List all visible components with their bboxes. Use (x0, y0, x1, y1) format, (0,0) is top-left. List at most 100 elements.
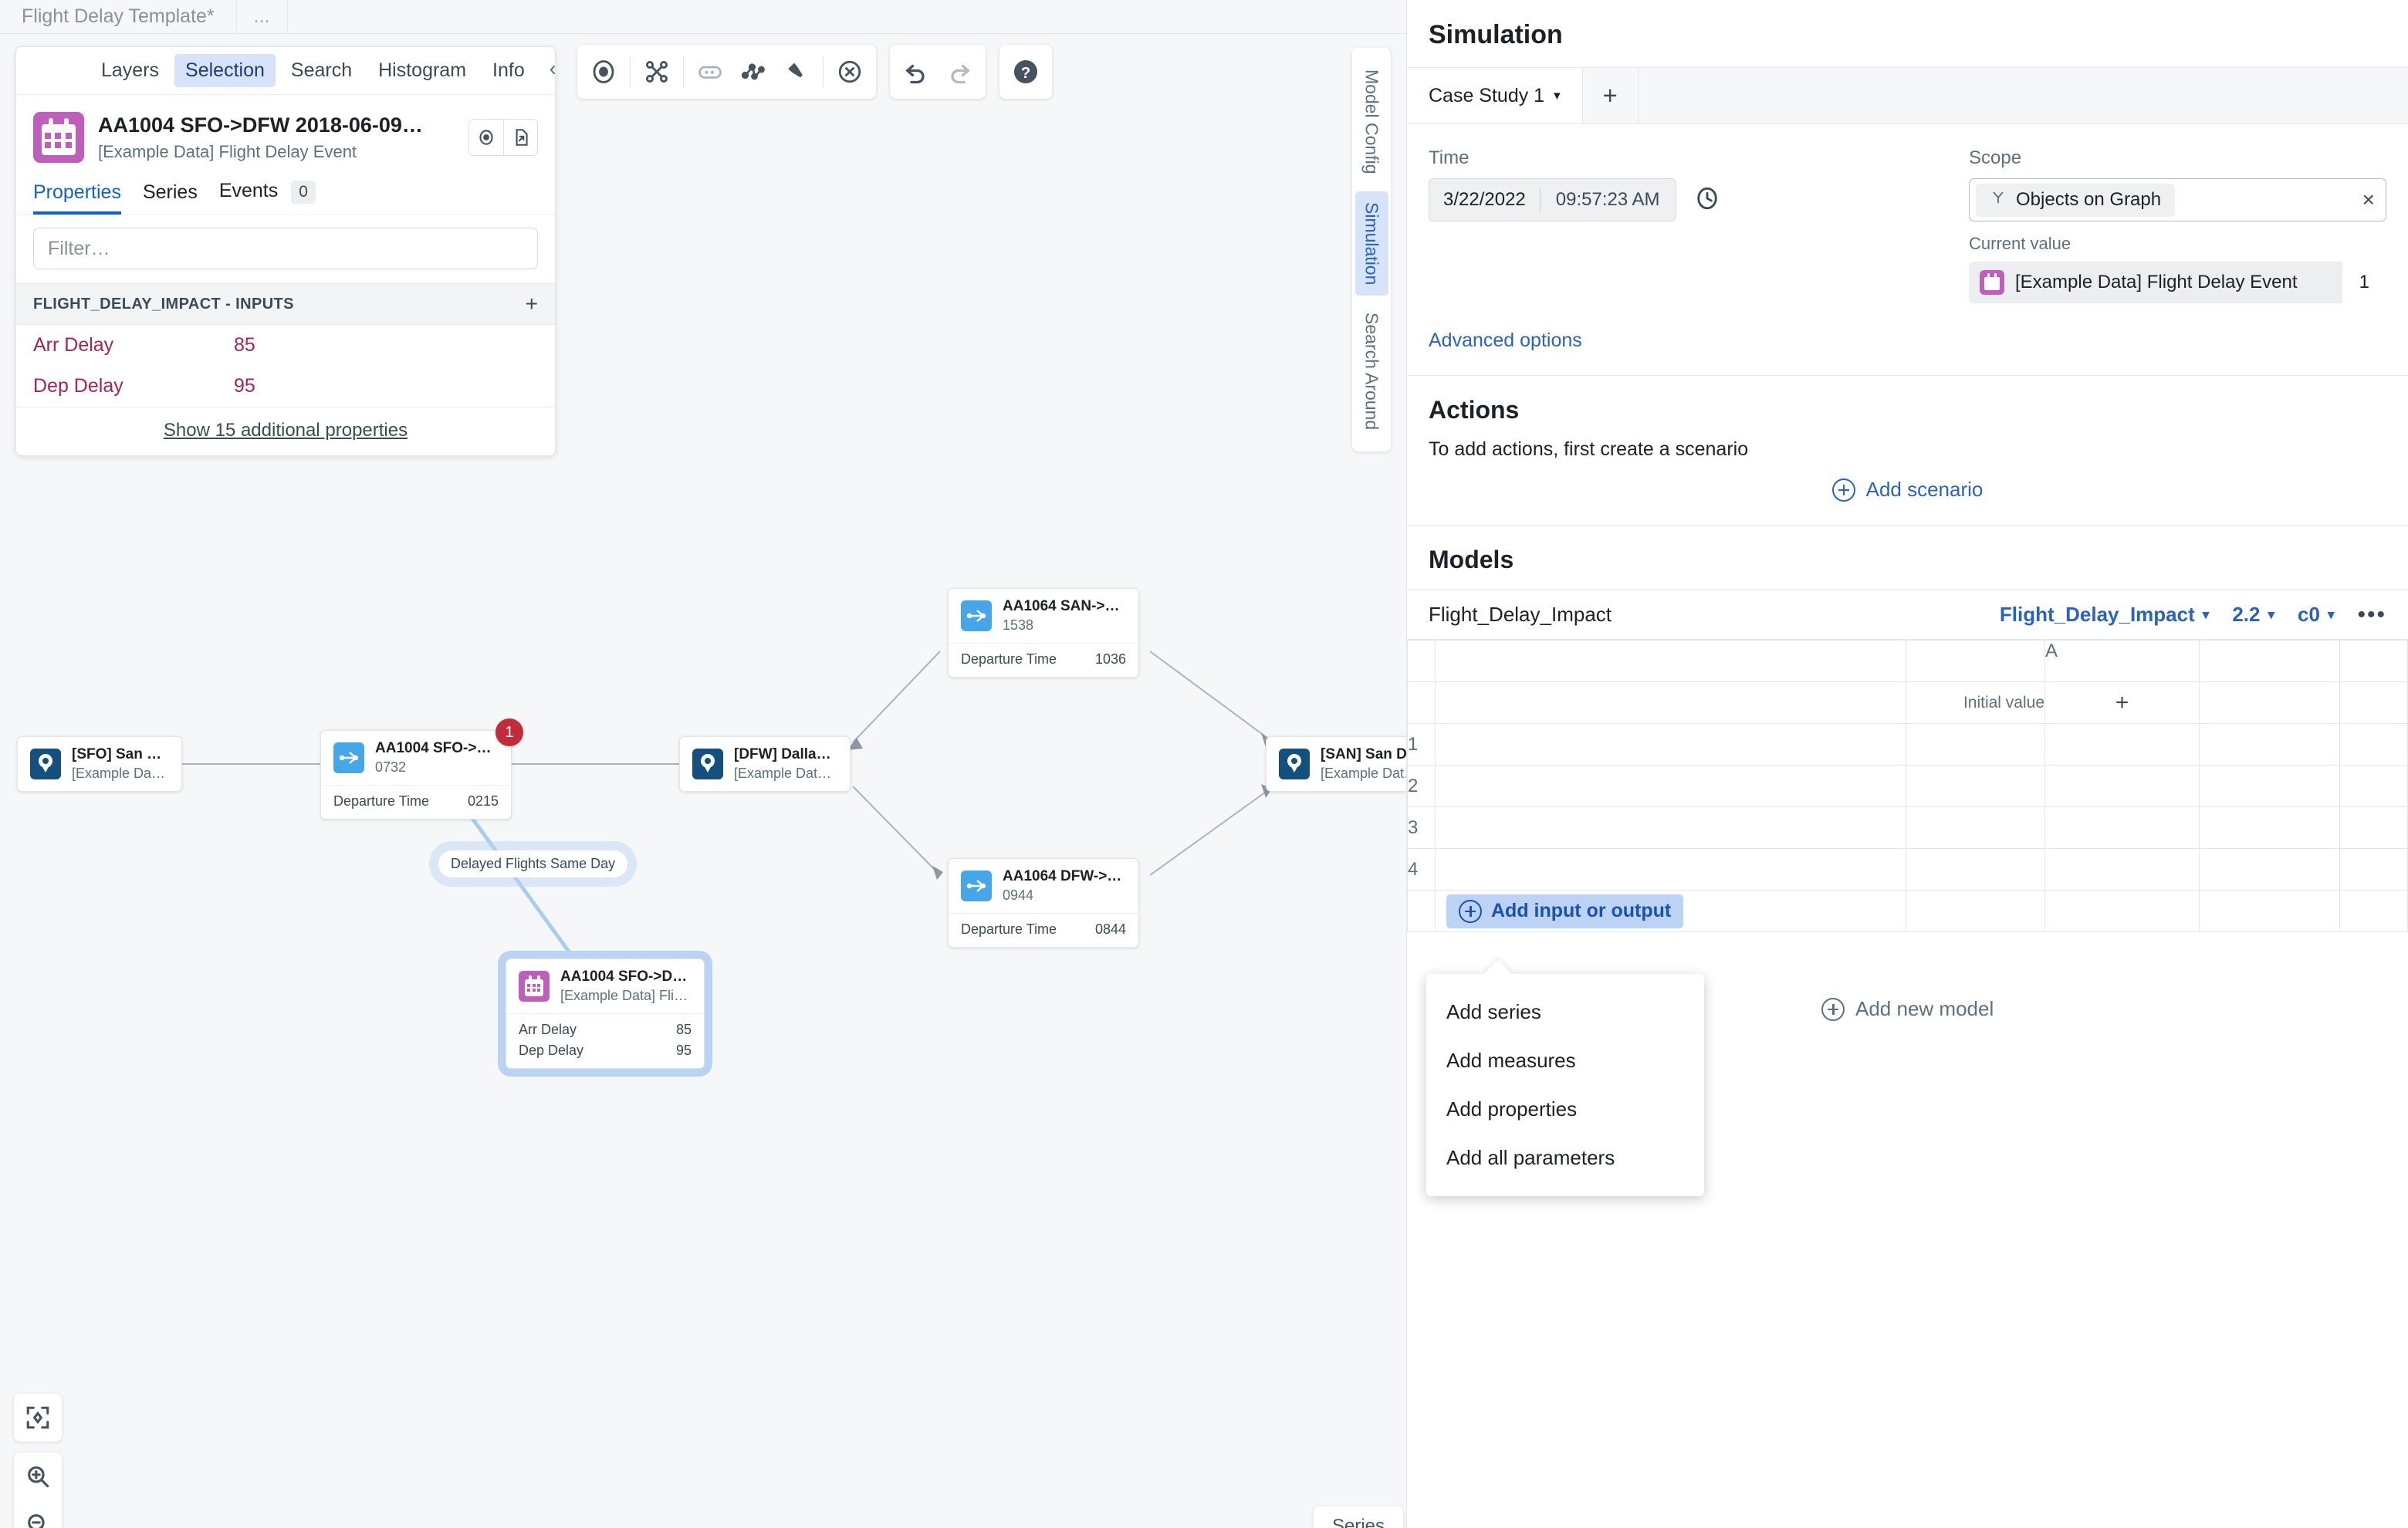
row-b-cell[interactable] (2199, 848, 2340, 891)
table-row[interactable]: 1 (1407, 723, 2408, 766)
node-property-name: Arr Delay (519, 1022, 577, 1037)
panel-tab-search[interactable]: Search (280, 54, 363, 87)
add-case-study-button[interactable]: + (1583, 68, 1639, 123)
model-version-select[interactable]: 2.2 ▾ (2232, 603, 2274, 627)
panel-tab-selection[interactable]: Selection (174, 54, 276, 87)
tab-series[interactable]: Series (143, 181, 198, 215)
select-target-icon[interactable] (582, 50, 625, 93)
help-icon[interactable]: ? (1004, 50, 1047, 93)
graph-node-airport-san[interactable]: [SAN] San Diego Int [Example Data] Airpo (1266, 736, 1406, 792)
menu-item-add-series[interactable]: Add series (1426, 988, 1704, 1036)
model-controls: Flight_Delay_Impact ▾ 2.2 ▾ c0 ▾ ••• (2000, 603, 2386, 627)
property-row[interactable]: Dep Delay 95 (16, 366, 555, 407)
case-study-tab[interactable]: Case Study 1 ▾ (1407, 68, 1583, 123)
zoom-out-icon[interactable] (14, 1500, 62, 1528)
add-input-or-output-button[interactable]: Add input or output (1446, 894, 1684, 928)
graph-node-airport-sfo[interactable]: [SFO] San Francisco … [Example Data] Air… (17, 736, 182, 792)
model-config-select[interactable]: c0 ▾ (2298, 603, 2334, 627)
row-name-cell[interactable] (1435, 848, 1906, 891)
vtab-model-config[interactable]: Model Config (1355, 59, 1388, 185)
filter-input[interactable] (33, 228, 538, 269)
row-b-cell[interactable] (2199, 806, 2340, 849)
graph-node-flight-delay-event[interactable]: AA1004 SFO->DFW 2018… [Example Data] Fli… (506, 958, 705, 1069)
table-row[interactable]: 4 (1407, 848, 2408, 891)
row-a-cell[interactable] (2044, 723, 2200, 766)
clock-icon[interactable] (1693, 184, 1721, 216)
scope-chip[interactable]: Objects on Graph (1976, 183, 2176, 217)
graph-node-airport-dfw[interactable]: [DFW] Dallas/Fort W… [Example Data] Airp… (679, 736, 851, 792)
row-extra-cell[interactable] (2339, 806, 2408, 849)
property-row[interactable]: Arr Delay 85 (16, 325, 555, 366)
pill-icon[interactable] (688, 50, 732, 93)
row-name-cell[interactable] (1435, 723, 1906, 766)
series-button[interactable]: Series (1314, 1506, 1404, 1528)
tab-events-label: Events (218, 180, 279, 201)
menu-item-add-properties[interactable]: Add properties (1426, 1085, 1704, 1134)
table-row[interactable]: 3 (1407, 806, 2408, 849)
current-value-name: [Example Data] Flight Delay Event (2015, 272, 2298, 292)
plus-circle-icon (1459, 899, 1482, 923)
panel-tab-layers[interactable]: Layers (90, 54, 170, 87)
clear-icon[interactable] (828, 50, 871, 93)
row-number: 3 (1407, 806, 1436, 849)
zoom-in-icon[interactable] (14, 1452, 62, 1500)
pen-icon[interactable] (775, 50, 818, 93)
model-more-icon[interactable]: ••• (2357, 603, 2386, 627)
graph-edge-label[interactable]: Delayed Flights Same Day (438, 850, 628, 877)
models-title: Models (1429, 546, 1514, 573)
vtab-search-around[interactable]: Search Around (1355, 302, 1388, 441)
add-input-or-output-label: Add input or output (1491, 900, 1672, 921)
row-name-cell[interactable] (1435, 806, 1906, 849)
row-initial-value-cell[interactable] (1906, 723, 2045, 766)
open-entity-icon[interactable] (503, 120, 537, 155)
add-scenario-label: Add scenario (1865, 478, 1984, 501)
row-extra-cell[interactable] (2339, 723, 2408, 766)
graph-node-flight-aa1004[interactable]: 1 AA1004 SFO->DFW 2018… 0732 Departure T… (320, 718, 523, 820)
page-title: AA1004 SFO->DFW 2018-06-09… (98, 113, 423, 137)
row-a-cell[interactable] (2044, 806, 2200, 849)
advanced-options-link[interactable]: Advanced options (1407, 303, 2408, 375)
clear-scope-icon[interactable]: × (2362, 189, 2375, 211)
add-property-icon[interactable]: + (526, 293, 538, 315)
fit-to-screen-icon[interactable] (14, 1394, 62, 1442)
node-property-name: Dep Delay (519, 1043, 584, 1058)
add-column-button[interactable]: + (2044, 681, 2200, 724)
row-extra-cell[interactable] (2339, 765, 2408, 807)
current-value-chip[interactable]: [Example Data] Flight Delay Event 1 (1969, 262, 2386, 303)
redo-icon[interactable] (938, 50, 981, 93)
document-tab[interactable]: Flight Delay Template* (0, 0, 237, 33)
time-input[interactable]: 3/22/2022 09:57:23 AM (1429, 178, 1676, 221)
row-a-cell[interactable] (2044, 848, 2200, 891)
graph-expand-icon[interactable] (635, 50, 678, 93)
row-b-cell[interactable] (2199, 723, 2340, 766)
row-extra-cell[interactable] (2339, 848, 2408, 891)
add-scenario-button[interactable]: Add scenario (1407, 478, 2408, 525)
tab-events[interactable]: Events 0 (219, 180, 316, 215)
panel-tab-info[interactable]: Info (482, 54, 536, 87)
row-a-cell[interactable] (2044, 765, 2200, 807)
collapse-panel-icon[interactable]: « (540, 57, 555, 84)
model-select[interactable]: Flight_Delay_Impact ▾ (2000, 603, 2209, 627)
panel-tab-histogram[interactable]: Histogram (367, 54, 477, 87)
add-new-model-button[interactable]: Add new model (1821, 997, 1994, 1021)
row-name-cell[interactable] (1435, 765, 1906, 807)
focus-entity-icon[interactable] (469, 120, 503, 155)
row-b-cell[interactable] (2199, 765, 2340, 807)
menu-item-add-all-parameters[interactable]: Add all parameters (1426, 1134, 1704, 1182)
document-tab-overflow[interactable]: ... (237, 0, 288, 33)
node-header: [SAN] San Diego Int [Example Data] Airpo (1267, 737, 1406, 791)
table-row[interactable]: 2 (1407, 765, 2408, 807)
graph-node-flight-aa1064-dfw-san[interactable]: AA1064 DFW->SAN 2018… 0944 Departure Tim… (948, 858, 1139, 948)
show-additional-properties-link[interactable]: Show 15 additional properties (16, 407, 555, 455)
undo-icon[interactable] (895, 50, 938, 93)
scope-input[interactable]: Objects on Graph × (1969, 178, 2386, 221)
tab-properties[interactable]: Properties (33, 181, 121, 215)
row-initial-value-cell[interactable] (1906, 848, 2045, 891)
cluster-icon[interactable] (732, 50, 775, 93)
row-initial-value-cell[interactable] (1906, 765, 2045, 807)
row-initial-value-cell[interactable] (1906, 806, 2045, 849)
vtab-simulation[interactable]: Simulation (1354, 191, 1388, 296)
graph-node-flight-aa1064-san-dfw[interactable]: AA1064 SAN->DFW 2018… 1538 Departure Tim… (948, 588, 1139, 678)
property-group-header[interactable]: FLIGHT_DELAY_IMPACT - INPUTS + (16, 283, 555, 325)
menu-item-add-measures[interactable]: Add measures (1426, 1036, 1704, 1085)
